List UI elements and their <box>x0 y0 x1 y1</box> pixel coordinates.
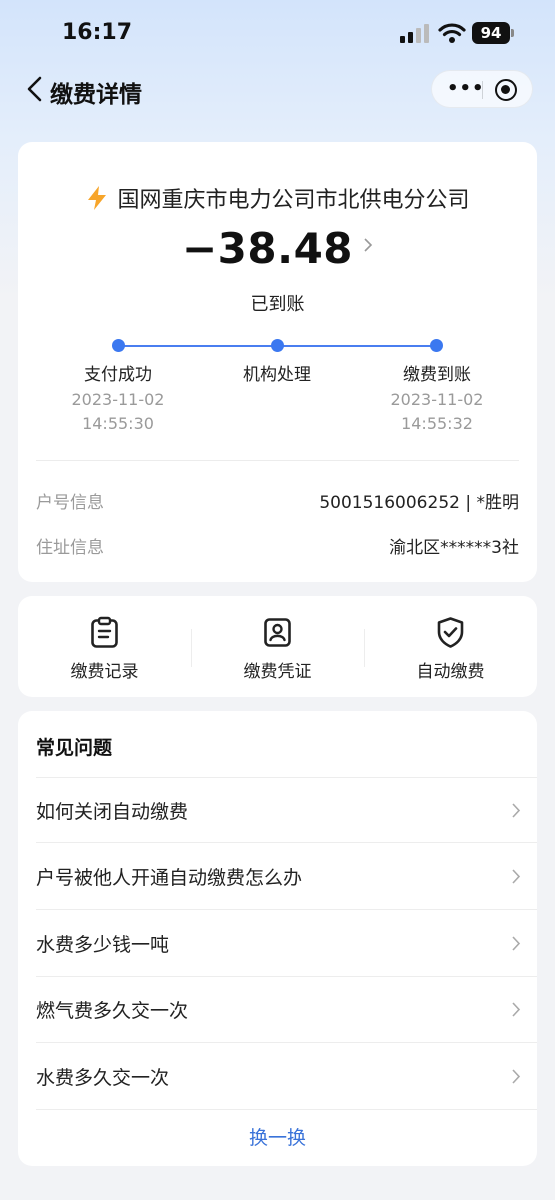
wifi-icon <box>438 23 466 43</box>
step-processing: 机构处理 <box>197 364 357 386</box>
action-label: 缴费记录 <box>70 662 139 682</box>
account-info-label: 户号信息 <box>36 493 104 513</box>
receipt-person-icon <box>264 618 291 647</box>
lightning-icon <box>88 186 107 210</box>
faq-title: 常见问题 <box>36 737 113 759</box>
payment-voucher-button[interactable]: 缴费凭证 <box>191 596 364 697</box>
shield-check-icon <box>437 617 464 648</box>
faq-question: 如何关闭自动缴费 <box>36 801 189 823</box>
back-arrow-icon[interactable] <box>24 74 48 104</box>
payment-records-button[interactable]: 缴费记录 <box>18 596 191 697</box>
step-paid: 支付成功 2023-11-02 14:55:30 <box>38 364 198 436</box>
refresh-faq-button[interactable]: 换一换 <box>18 1123 537 1150</box>
step-dot-1 <box>112 339 125 352</box>
action-label: 自动缴费 <box>416 662 485 682</box>
faq-question: 水费多少钱一吨 <box>36 934 170 956</box>
page-title: 缴费详情 <box>50 82 142 108</box>
faq-item[interactable]: 户号被他人开通自动缴费怎么办 <box>18 843 537 909</box>
nav-bar: 缴费详情 ••• <box>0 66 555 112</box>
faq-question: 水费多久交一次 <box>36 1067 170 1089</box>
battery-tip <box>511 29 514 37</box>
faq-item[interactable]: 燃气费多久交一次 <box>18 976 537 1042</box>
bill-detail-card: 国网重庆市电力公司市北供电分公司 −38.48 已到账 支付成功 2023-11… <box>18 142 537 582</box>
amount-row[interactable]: −38.48 <box>18 224 537 273</box>
action-label: 缴费凭证 <box>243 662 312 682</box>
step-time: 14:55:30 <box>82 414 154 433</box>
faq-card: 常见问题 如何关闭自动缴费 户号被他人开通自动缴费怎么办 水费多少钱一吨 燃气费… <box>18 711 537 1166</box>
divider <box>36 460 519 461</box>
faq-item[interactable]: 水费多少钱一吨 <box>18 910 537 976</box>
chevron-right-icon <box>364 238 373 252</box>
clipboard-icon <box>91 616 118 648</box>
quick-actions-card: 缴费记录 缴费凭证 自动缴费 <box>18 596 537 697</box>
address-info-label: 住址信息 <box>36 538 104 558</box>
merchant-row: 国网重庆市电力公司市北供电分公司 <box>18 182 537 214</box>
step-arrived: 缴费到账 2023-11-02 14:55:32 <box>357 364 517 436</box>
step-date: 2023-11-02 <box>390 390 484 409</box>
step-dot-2 <box>271 339 284 352</box>
faq-item[interactable]: 如何关闭自动缴费 <box>18 777 537 843</box>
faq-item[interactable]: 水费多久交一次 <box>18 1043 537 1109</box>
faq-question: 户号被他人开通自动缴费怎么办 <box>36 867 303 889</box>
divider <box>36 1109 537 1110</box>
mini-program-capsule: ••• <box>431 70 533 108</box>
capsule-divider <box>482 81 483 99</box>
cellular-signal-icon <box>400 24 429 43</box>
auto-pay-button[interactable]: 自动缴费 <box>364 596 537 697</box>
more-dots-icon[interactable]: ••• <box>447 79 485 99</box>
step-label: 机构处理 <box>243 365 311 385</box>
payment-amount: −38.48 <box>181 224 354 273</box>
target-icon[interactable] <box>495 79 517 101</box>
faq-question: 燃气费多久交一次 <box>36 1000 189 1022</box>
step-date: 2023-11-02 <box>71 390 165 409</box>
step-label: 支付成功 <box>84 365 152 385</box>
step-label: 缴费到账 <box>403 365 471 385</box>
status-time: 16:17 <box>62 20 133 45</box>
merchant-name: 国网重庆市电力公司市北供电分公司 <box>117 188 470 213</box>
payment-status: 已到账 <box>250 294 305 315</box>
chevron-right-icon <box>512 1002 521 1017</box>
status-bar: 16:17 94 <box>0 0 555 66</box>
battery-icon: 94 <box>472 22 510 44</box>
chevron-right-icon <box>512 869 521 884</box>
chevron-right-icon <box>512 936 521 951</box>
step-time: 14:55:32 <box>401 414 473 433</box>
chevron-right-icon <box>512 1069 521 1084</box>
chevron-right-icon <box>512 803 521 818</box>
account-info-value: 5001516006252 | *胜明 <box>319 493 519 513</box>
address-info-value: 渝北区******3社 <box>389 538 519 558</box>
step-dot-3 <box>430 339 443 352</box>
battery-level: 94 <box>480 24 502 42</box>
